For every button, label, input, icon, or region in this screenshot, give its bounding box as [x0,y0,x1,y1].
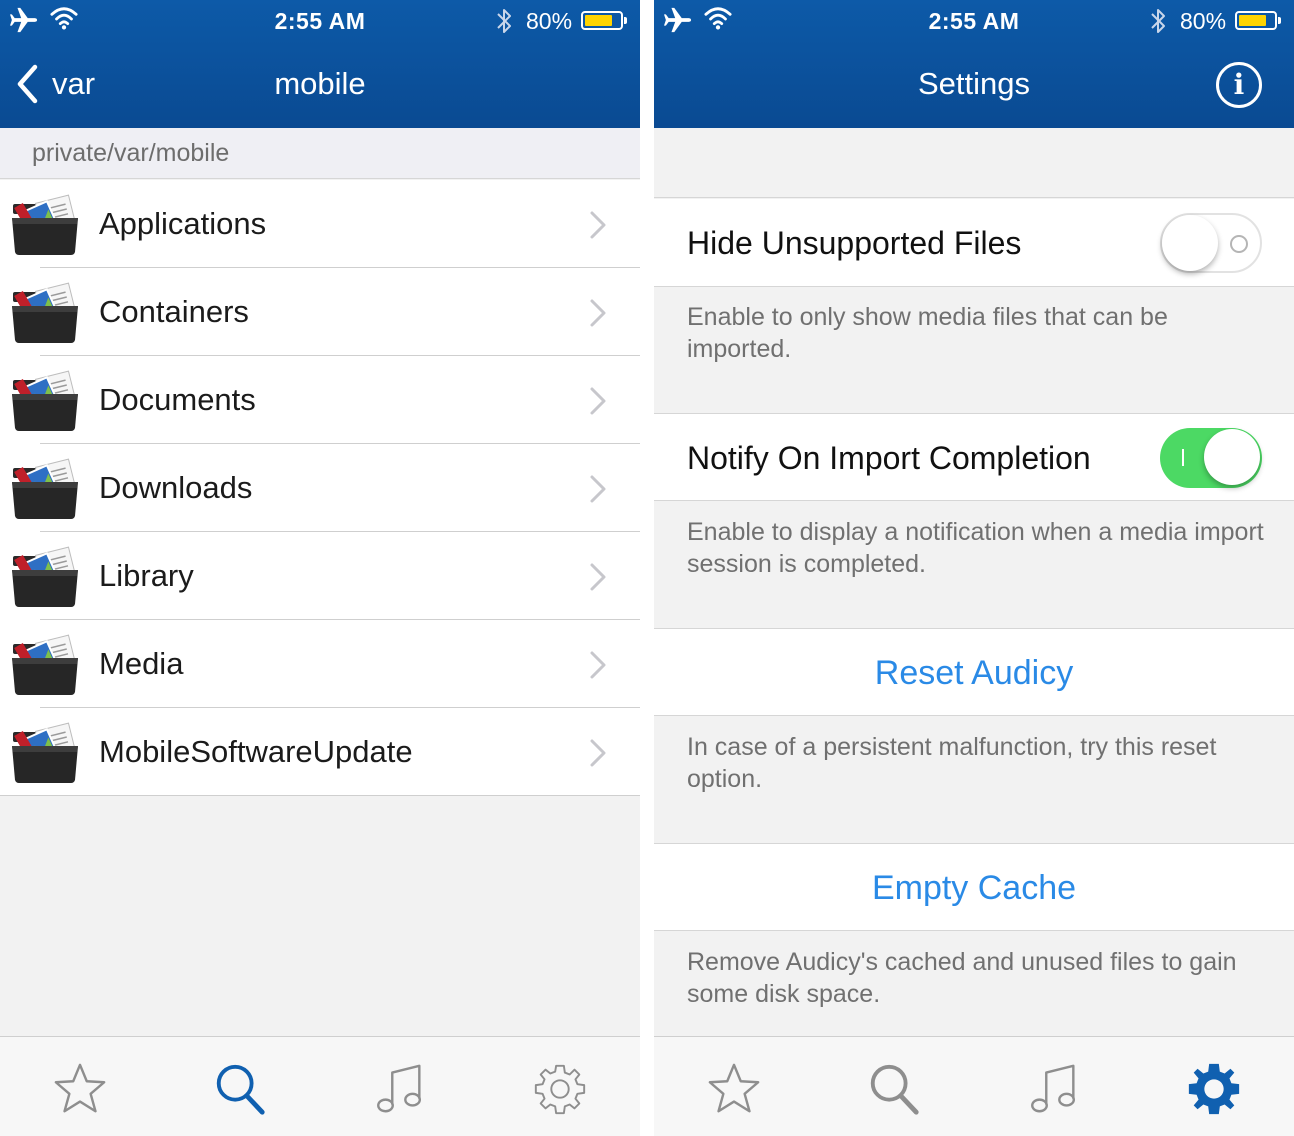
folder-name: Media [99,646,184,681]
battery-percentage: 80% [1180,8,1227,34]
folder-icon [11,370,79,432]
notify-import-switch[interactable] [1160,428,1262,488]
folder-list: Applications Containers Documents Downlo… [0,180,640,796]
folder-row[interactable]: Media [0,620,640,708]
folder-name: Containers [99,294,249,329]
folder-row[interactable]: Documents [0,356,640,444]
reset-audicy-button[interactable]: Reset Audicy [654,629,1294,717]
folder-icon [11,722,79,784]
empty-cache-button[interactable]: Empty Cache [654,844,1294,932]
folder-icon [11,194,79,256]
folder-icon [11,282,79,344]
tab-settings[interactable] [1184,1059,1244,1119]
navigation-bar: 2:55 AM 80% Settings i [654,0,1294,128]
folder-icon [11,634,79,696]
chevron-right-icon [588,650,608,680]
tab-music[interactable] [1024,1059,1084,1119]
battery-icon [581,11,627,30]
info-icon: i [1233,68,1245,101]
folder-row[interactable]: MobileSoftwareUpdate [0,708,640,796]
folder-icon [11,546,79,608]
folder-name: Documents [99,382,256,417]
music-note-icon [371,1060,429,1118]
tab-bar [654,1036,1294,1136]
chevron-right-icon [588,210,608,240]
battery-percentage: 80% [526,8,573,34]
folder-row[interactable]: Applications [0,180,640,268]
bluetooth-icon [494,6,514,36]
settings-screen: 2:55 AM 80% Settings i Hide Unsupported … [654,0,1294,1136]
status-bar: 2:55 AM 80% [0,0,640,42]
info-button[interactable]: i [1216,62,1262,108]
gear-icon [531,1060,589,1118]
folder-row[interactable]: Containers [0,268,640,356]
reset-audicy-note: In case of a persistent malfunction, try… [687,733,1217,793]
chevron-right-icon [588,298,608,328]
folder-name: Applications [99,206,267,241]
chevron-right-icon [588,738,608,768]
section-spacer [654,128,1294,198]
chevron-right-icon [588,562,608,592]
tab-browse[interactable] [864,1059,924,1119]
music-note-icon [1025,1060,1083,1118]
page-title: Settings [917,66,1030,101]
battery-icon [1235,11,1281,30]
chevron-right-icon [588,474,608,504]
notify-import-cell: Notify On Import Completion [654,413,1294,501]
search-icon [211,1060,269,1118]
hide-unsupported-note: Enable to only show media files that can… [687,303,1168,363]
hide-unsupported-cell: Hide Unsupported Files [654,199,1294,287]
folder-name: Downloads [99,470,253,505]
navigation-bar: 2:55 AM 80% var mobile [0,0,640,128]
empty-cache-note: Remove Audicy's cached and unused files … [687,948,1237,1008]
star-icon [705,1060,763,1118]
folder-row[interactable]: Library [0,532,640,620]
folder-name: MobileSoftwareUpdate [99,734,413,769]
tab-settings[interactable] [530,1059,590,1119]
tab-bar [0,1036,640,1136]
tab-browse[interactable] [210,1059,270,1119]
page-title: mobile [274,66,366,101]
tab-favorites[interactable] [704,1059,764,1119]
file-browser-screen: 2:55 AM 80% var mobile private/var/mobil… [0,0,640,1136]
notify-import-label: Notify On Import Completion [687,440,1091,476]
gear-icon [1185,1060,1243,1118]
chevron-right-icon [588,386,608,416]
folder-name: Library [99,558,194,593]
status-bar: 2:55 AM 80% [654,0,1294,42]
empty-cache-cell[interactable]: Empty Cache [654,843,1294,931]
hide-unsupported-label: Hide Unsupported Files [687,225,1022,261]
path-breadcrumb: private/var/mobile [0,128,640,179]
star-icon [51,1060,109,1118]
tab-favorites[interactable] [50,1059,110,1119]
hide-unsupported-switch[interactable] [1160,213,1262,273]
folder-row[interactable]: Downloads [0,444,640,532]
search-icon [865,1060,923,1118]
folder-icon [11,458,79,520]
notify-import-note: Enable to display a notification when a … [687,518,1264,578]
bluetooth-icon [1148,6,1168,36]
tab-music[interactable] [370,1059,430,1119]
reset-audicy-cell[interactable]: Reset Audicy [654,628,1294,716]
